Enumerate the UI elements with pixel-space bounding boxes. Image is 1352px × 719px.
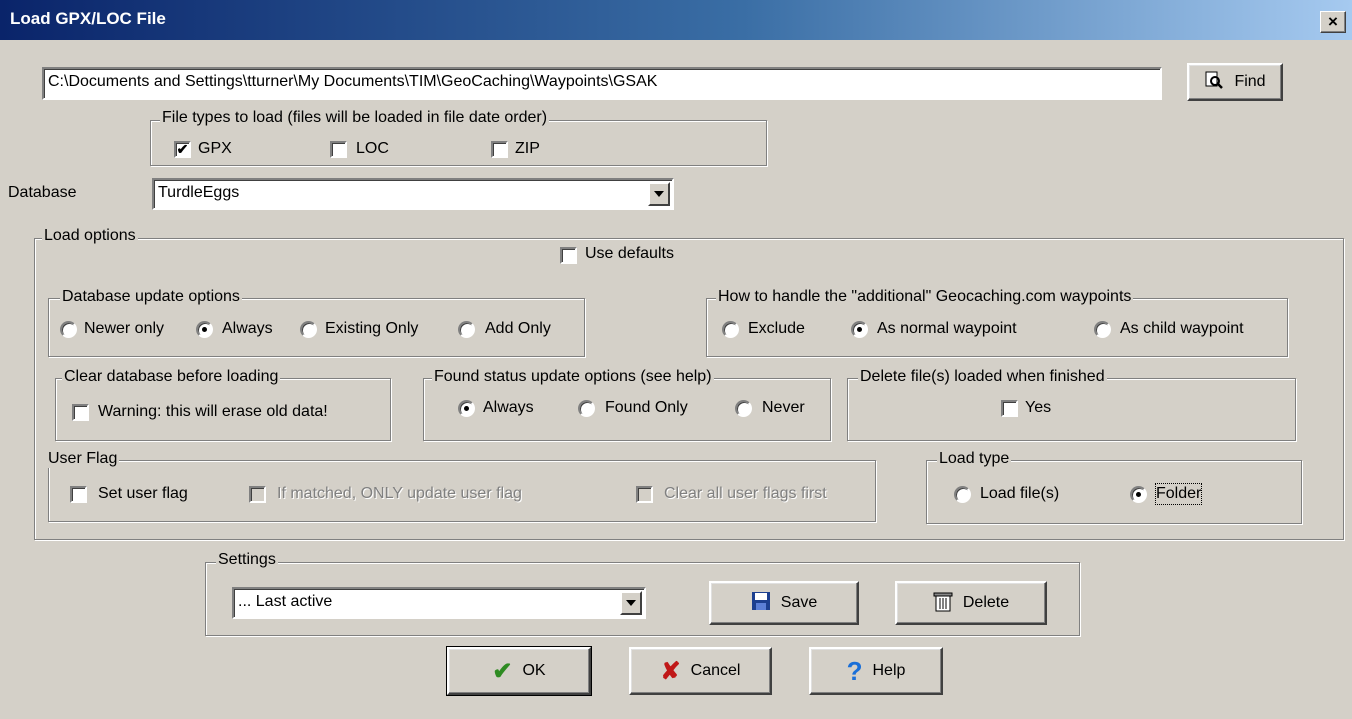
loc-label[interactable]: LOC [356, 139, 389, 159]
help-label: Help [872, 662, 906, 679]
close-button[interactable]: × [1320, 11, 1346, 33]
database-value: TurdleEggs [158, 184, 240, 201]
database-dropdown-arrow-icon[interactable] [648, 182, 670, 206]
as-normal-waypoint-label[interactable]: As normal waypoint [877, 319, 1017, 339]
save-button[interactable]: Save [709, 581, 859, 625]
use-defaults-label[interactable]: Use defaults [585, 244, 674, 264]
settings-legend: Settings [216, 551, 278, 569]
db-newer-only-radio[interactable] [60, 321, 77, 338]
as-child-waypoint-label[interactable]: As child waypoint [1120, 319, 1244, 339]
db-existing-only-label[interactable]: Existing Only [325, 319, 418, 339]
set-user-flag-checkbox[interactable] [70, 486, 87, 503]
clear-db-label[interactable]: Warning: this will erase old data! [98, 402, 328, 422]
trash-icon [933, 590, 953, 617]
delete-button[interactable]: Delete [895, 581, 1047, 625]
settings-select[interactable]: ... Last active [232, 587, 646, 619]
found-always-label[interactable]: Always [483, 398, 534, 418]
clear-db-checkbox[interactable] [72, 404, 89, 421]
save-disk-icon [751, 591, 771, 616]
settings-value: ... Last active [238, 593, 333, 610]
found-never-radio[interactable] [735, 400, 752, 417]
delete-files-group [847, 378, 1296, 441]
exclude-label[interactable]: Exclude [748, 319, 805, 339]
window-title: Load GPX/LOC File [10, 9, 166, 28]
delete-label: Delete [962, 594, 1010, 611]
file-types-legend: File types to load (files will be loaded… [160, 109, 550, 127]
folder-label[interactable]: Folder [1154, 483, 1203, 505]
db-add-only-label[interactable]: Add Only [485, 319, 551, 339]
load-options-legend: Load options [42, 227, 138, 245]
help-button[interactable]: ? Help [809, 647, 943, 695]
zip-checkbox[interactable] [491, 141, 508, 158]
save-label: Save [780, 594, 818, 611]
matched-only-checkbox [249, 486, 266, 503]
ok-button[interactable]: ✔ OK [446, 646, 592, 696]
delete-files-checkbox[interactable] [1001, 400, 1018, 417]
find-button[interactable]: Find [1187, 63, 1283, 101]
help-question-icon: ? [846, 655, 863, 686]
load-files-radio[interactable] [954, 486, 971, 503]
title-bar[interactable] [0, 0, 1352, 40]
as-normal-waypoint-radio[interactable] [851, 321, 868, 338]
db-existing-only-radio[interactable] [300, 321, 317, 338]
found-only-radio[interactable] [578, 400, 595, 417]
path-field[interactable]: C:\Documents and Settings\tturner\My Doc… [42, 67, 1162, 100]
load-files-label[interactable]: Load file(s) [980, 484, 1059, 504]
cancel-button[interactable]: ✘ Cancel [629, 647, 772, 695]
as-child-waypoint-radio[interactable] [1094, 321, 1111, 338]
find-document-icon [1204, 70, 1224, 95]
user-flag-legend: User Flag [46, 450, 120, 468]
delete-files-legend: Delete file(s) loaded when finished [858, 368, 1107, 386]
cancel-x-icon: ✘ [660, 657, 681, 685]
found-always-radio[interactable] [458, 400, 475, 417]
found-never-label[interactable]: Never [762, 398, 805, 418]
clear-all-flags-checkbox [636, 486, 653, 503]
matched-only-label: If matched, ONLY update user flag [277, 485, 522, 502]
settings-dropdown-arrow-icon[interactable] [620, 591, 642, 615]
load-type-legend: Load type [937, 450, 1012, 468]
folder-radio[interactable] [1130, 486, 1147, 503]
additional-waypoints-legend: How to handle the "additional" Geocachin… [716, 288, 1134, 306]
set-user-flag-label[interactable]: Set user flag [98, 484, 188, 504]
database-select[interactable]: TurdleEggs [152, 178, 674, 210]
db-always-label[interactable]: Always [222, 319, 273, 339]
db-always-radio[interactable] [196, 321, 213, 338]
delete-files-label[interactable]: Yes [1025, 398, 1051, 418]
exclude-radio[interactable] [722, 321, 739, 338]
ok-label: OK [522, 662, 546, 679]
db-newer-only-label[interactable]: Newer only [84, 319, 164, 339]
found-only-label[interactable]: Found Only [605, 398, 688, 418]
found-status-legend: Found status update options (see help) [432, 368, 714, 386]
clear-all-flags-label: Clear all user flags first [664, 485, 827, 502]
db-add-only-radio[interactable] [458, 321, 475, 338]
path-field-value: C:\Documents and Settings\tturner\My Doc… [48, 73, 658, 90]
gpx-label[interactable]: GPX [198, 139, 232, 159]
db-update-legend: Database update options [60, 288, 242, 306]
clear-db-legend: Clear database before loading [62, 368, 281, 386]
gpx-checkbox[interactable]: ✔ [174, 141, 191, 158]
checkmark-icon: ✔ [492, 657, 513, 685]
loc-checkbox[interactable] [330, 141, 347, 158]
database-label: Database [8, 184, 77, 201]
zip-label[interactable]: ZIP [515, 139, 540, 159]
find-button-label: Find [1234, 73, 1266, 90]
cancel-label: Cancel [690, 662, 741, 679]
use-defaults-checkbox[interactable] [560, 247, 577, 264]
